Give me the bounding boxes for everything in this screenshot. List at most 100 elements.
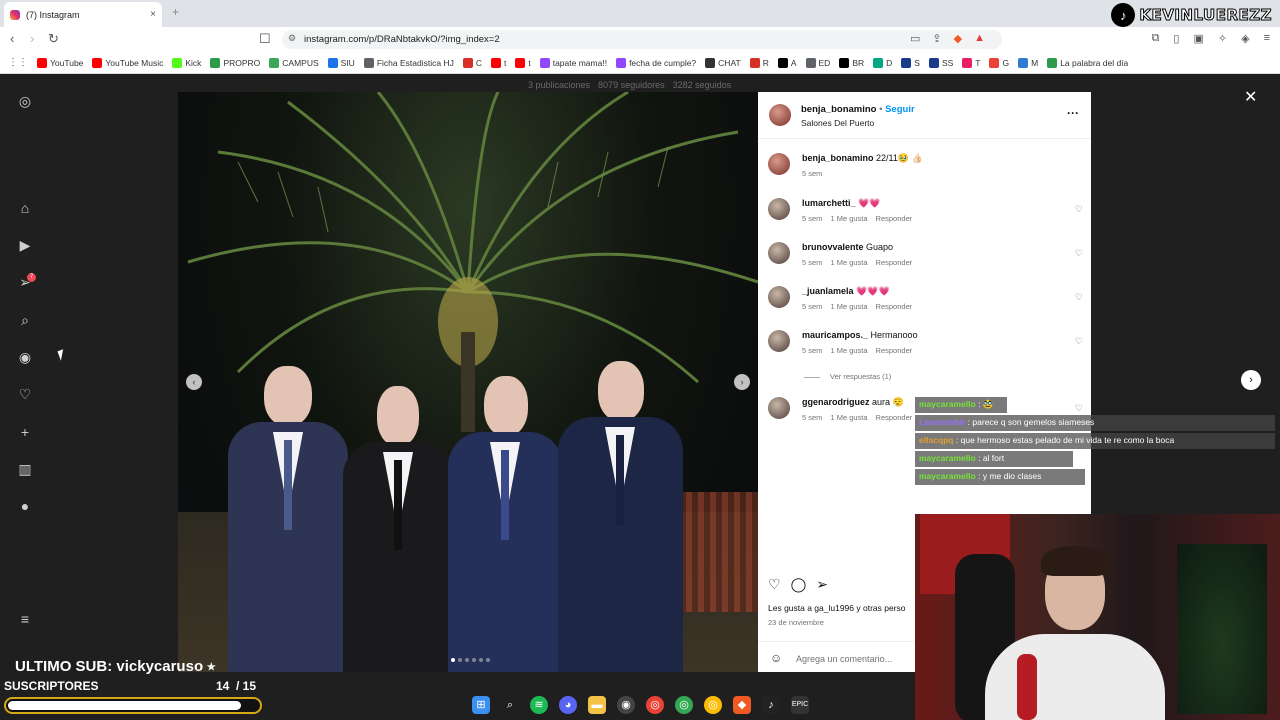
- share-post-icon[interactable]: ➢: [816, 576, 828, 593]
- windows-start-icon[interactable]: ⊞: [472, 696, 490, 714]
- instagram-logo-icon[interactable]: ◎: [17, 93, 33, 109]
- emoji-icon[interactable]: ☺: [770, 651, 784, 665]
- comment-likes[interactable]: 1 Me gusta: [830, 302, 867, 311]
- bookmark-item[interactable]: La palabra del día: [1047, 57, 1128, 68]
- commenter-avatar[interactable]: [768, 242, 790, 264]
- profile-avatar-icon[interactable]: ●: [17, 498, 33, 514]
- bookmark-item[interactable]: YouTube: [37, 57, 83, 68]
- spotify-icon[interactable]: ≋: [530, 696, 548, 714]
- commenter-username[interactable]: _juanlamela: [802, 286, 854, 296]
- bookmark-item[interactable]: t: [490, 57, 506, 68]
- commenter-username[interactable]: brunovvalente: [802, 242, 864, 252]
- bookmark-item[interactable]: PROPRO: [210, 57, 260, 68]
- brave-icon[interactable]: ◆: [733, 696, 751, 714]
- more-menu-icon[interactable]: ≡: [17, 611, 33, 627]
- bookmark-item[interactable]: A: [777, 57, 797, 68]
- carousel-prev-icon[interactable]: ‹: [186, 374, 202, 390]
- notifications-icon[interactable]: ♡: [17, 386, 33, 402]
- extensions-icon[interactable]: ⧉: [1152, 32, 1160, 45]
- carousel-next-icon[interactable]: ›: [734, 374, 750, 390]
- commenter-username[interactable]: mauricampos._: [802, 330, 868, 340]
- bookmark-item[interactable]: R: [749, 57, 769, 68]
- bookmark-item[interactable]: CHAT: [705, 57, 741, 68]
- bookmark-item[interactable]: D: [873, 57, 892, 68]
- file-explorer-icon[interactable]: ▬: [588, 696, 606, 714]
- like-icon[interactable]: ♡: [768, 576, 781, 593]
- comment-input[interactable]: Agrega un comentario...: [796, 654, 892, 664]
- bookmark-item[interactable]: C: [462, 57, 482, 68]
- rewards-icon[interactable]: ▲: [974, 32, 985, 45]
- follow-button[interactable]: Seguir: [885, 104, 915, 115]
- comment-likes[interactable]: 1 Me gusta: [830, 413, 867, 422]
- bookmark-item[interactable]: YouTube Music: [92, 57, 163, 68]
- bookmark-item[interactable]: M: [1018, 57, 1038, 68]
- menu-icon[interactable]: ≡: [1264, 32, 1270, 45]
- liked-by[interactable]: Les gusta a ga_lu1996 y otras perso: [768, 603, 906, 613]
- reply-button[interactable]: Responder: [876, 346, 913, 355]
- commenter-username[interactable]: lumarchetti_: [802, 198, 856, 208]
- reload-icon[interactable]: ↻: [48, 31, 59, 47]
- bookmark-item[interactable]: fecha de cumple?: [616, 57, 696, 68]
- more-options-icon[interactable]: ···: [1067, 106, 1079, 120]
- wallet-icon[interactable]: ▣: [1193, 32, 1203, 45]
- taskbar-search-icon[interactable]: ⌕: [501, 696, 519, 714]
- bookmark-item[interactable]: t: [515, 57, 531, 68]
- apps-icon[interactable]: ⋮⋮: [8, 57, 28, 68]
- obs-icon[interactable]: ◉: [617, 696, 635, 714]
- bookmark-item[interactable]: CAMPUS: [269, 57, 319, 68]
- comment-like-icon[interactable]: ♡: [1075, 248, 1083, 259]
- chrome-profile-icon[interactable]: ◎: [675, 696, 693, 714]
- reply-button[interactable]: Responder: [876, 258, 913, 267]
- author-username[interactable]: benja_bonamino: [801, 104, 876, 115]
- explore-icon[interactable]: ◉: [17, 349, 33, 365]
- back-icon[interactable]: ‹: [10, 31, 14, 46]
- reels-icon[interactable]: ▶: [17, 237, 33, 253]
- bookmark-item[interactable]: G: [989, 57, 1009, 68]
- bookmark-item[interactable]: Ficha Estadistica HJ: [363, 57, 454, 68]
- reply-button[interactable]: Responder: [876, 302, 913, 311]
- share-icon[interactable]: ⇪: [932, 32, 941, 45]
- close-modal-icon[interactable]: ✕: [1244, 87, 1257, 107]
- tiktok-live-icon[interactable]: ♪: [762, 696, 780, 714]
- bookmark-item[interactable]: ED: [805, 57, 830, 68]
- reply-button[interactable]: Responder: [876, 413, 913, 422]
- bookmark-item[interactable]: S: [901, 57, 920, 68]
- commenter-avatar[interactable]: [768, 397, 790, 419]
- site-info-icon[interactable]: ⚙: [288, 33, 296, 44]
- tab-close-icon[interactable]: ×: [150, 9, 156, 20]
- bookmark-item[interactable]: SS: [928, 57, 953, 68]
- reply-button[interactable]: Responder: [876, 214, 913, 223]
- author-avatar[interactable]: [769, 104, 791, 126]
- comment-likes[interactable]: 1 Me gusta: [830, 258, 867, 267]
- url-field[interactable]: ⚙ instagram.com/p/DRaNbtakvkO/?img_index…: [282, 30, 1002, 49]
- home-icon[interactable]: ⌂: [17, 200, 33, 216]
- bookmark-icon[interactable]: ☐: [259, 31, 271, 47]
- comment-likes[interactable]: 1 Me gusta: [830, 214, 867, 223]
- post-location[interactable]: Salones Del Puerto: [801, 118, 874, 128]
- comment-like-icon[interactable]: ♡: [1075, 292, 1083, 303]
- comment-like-icon[interactable]: ♡: [1075, 204, 1083, 215]
- caption-user[interactable]: benja_bonamino: [802, 153, 874, 163]
- vpn-icon[interactable]: ◈: [1241, 32, 1249, 45]
- new-tab-icon[interactable]: +: [172, 5, 179, 19]
- chrome-icon[interactable]: ◎: [646, 696, 664, 714]
- commenter-username[interactable]: ggenarodriguez: [802, 397, 870, 407]
- comment-likes[interactable]: 1 Me gusta: [830, 346, 867, 355]
- bookmark-item[interactable]: Kick: [172, 57, 201, 68]
- create-icon[interactable]: +: [17, 424, 33, 440]
- discord-icon[interactable]: ◕: [559, 696, 577, 714]
- commenter-avatar[interactable]: [768, 330, 790, 352]
- epic-games-icon[interactable]: EPIC: [791, 696, 809, 714]
- install-icon[interactable]: ▭: [910, 32, 920, 45]
- bookmark-item[interactable]: T: [962, 57, 980, 68]
- brave-shield-icon[interactable]: ◆: [954, 32, 962, 45]
- search-icon[interactable]: ⌕: [17, 312, 33, 328]
- bookmark-item[interactable]: SIU: [327, 57, 355, 68]
- chrome-profile-2-icon[interactable]: ◎: [704, 696, 722, 714]
- forward-icon[interactable]: ›: [30, 31, 34, 46]
- comment-like-icon[interactable]: ♡: [1075, 336, 1083, 347]
- commenter-avatar[interactable]: [768, 198, 790, 220]
- leo-icon[interactable]: ✧: [1218, 32, 1227, 45]
- commenter-avatar[interactable]: [768, 286, 790, 308]
- dashboard-icon[interactable]: ▥: [17, 461, 33, 477]
